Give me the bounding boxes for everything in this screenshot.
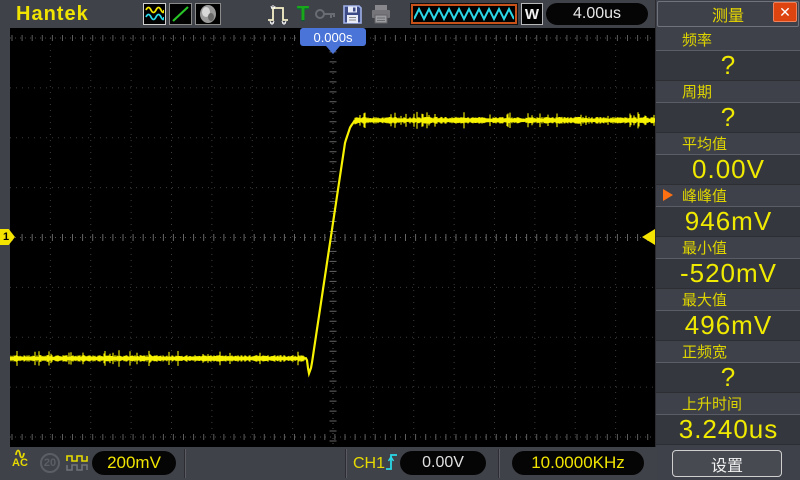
screenshot-thumbnail-icon[interactable] <box>195 3 221 25</box>
trigger-position-pointer-icon <box>326 46 340 54</box>
timebase-readout[interactable]: 4.00us <box>546 3 648 25</box>
measurement-label-row: 平均值 <box>656 133 800 154</box>
measurement-value: 3.240us <box>656 414 800 445</box>
rising-edge-trigger-icon[interactable] <box>385 452 398 477</box>
measurement-label: 峰峰值 <box>682 185 727 206</box>
measurement-label-row: 正频宽 <box>656 341 800 362</box>
trigger-level-readout[interactable]: 0.00V <box>400 451 486 475</box>
measurement-value: ? <box>656 362 800 393</box>
measurement-panel: 测量 ✕ 频率?周期?平均值0.00V峰峰值946mV最小值-520mV最大值4… <box>655 0 800 480</box>
lock-key-icon[interactable] <box>313 3 337 25</box>
oscilloscope-screen: Hantek <box>0 0 800 480</box>
measurement-label-row: 周期 <box>656 81 800 102</box>
green-line-tool-icon[interactable] <box>169 3 192 25</box>
print-icon[interactable] <box>368 3 393 25</box>
measurement-label-row: 频率 <box>656 29 800 50</box>
attenuation-value: 20 <box>44 457 56 469</box>
measurement-label: 正频宽 <box>682 341 727 362</box>
waveform-display-icon[interactable] <box>143 3 166 25</box>
close-panel-button[interactable]: ✕ <box>773 2 797 22</box>
invert-squarewave-icon[interactable] <box>66 453 90 478</box>
measurement-label-row: 上升时间 <box>656 393 800 414</box>
measurement-item-4[interactable]: 最小值-520mV <box>656 237 800 289</box>
save-icon[interactable] <box>341 3 364 25</box>
measurement-label-row: 最小值 <box>656 237 800 258</box>
measurement-label: 最大值 <box>682 289 727 310</box>
measurement-value: 496mV <box>656 310 800 341</box>
measurement-item-0[interactable]: 频率? <box>656 29 800 81</box>
divider <box>498 449 500 478</box>
force-trigger-icon[interactable] <box>263 3 293 25</box>
measurement-list: 频率?周期?平均值0.00V峰峰值946mV最小值-520mV最大值496mV正… <box>656 29 800 445</box>
measurement-item-6[interactable]: 正频宽? <box>656 341 800 393</box>
trigger-menu-icon[interactable]: T <box>294 3 312 25</box>
measurement-value: ? <box>656 102 800 133</box>
divider <box>184 449 186 478</box>
trigger-frequency-value: 10.0000KHz <box>531 453 625 473</box>
measurement-label: 平均值 <box>682 133 727 154</box>
trigger-level-value: 0.00V <box>422 454 464 472</box>
divider <box>345 449 347 478</box>
channel1-badge: 1 <box>3 231 9 243</box>
w-letter: W <box>525 6 539 23</box>
measurement-label: 频率 <box>682 29 712 50</box>
measurement-item-7[interactable]: 上升时间3.240us <box>656 393 800 445</box>
trigger-level-arrow-icon[interactable] <box>642 229 655 245</box>
channel-label: CH1 <box>353 455 385 473</box>
measurement-label-row: 最大值 <box>656 289 800 310</box>
settings-button[interactable]: 设置 <box>672 450 782 477</box>
measurement-value: 0.00V <box>656 154 800 185</box>
measurement-item-5[interactable]: 最大值496mV <box>656 289 800 341</box>
trigger-frequency-readout: 10.0000KHz <box>512 451 644 475</box>
measurement-label: 最小值 <box>682 237 727 258</box>
trigger-letter: T <box>297 3 309 26</box>
ch1-trace <box>10 28 655 447</box>
measurement-label: 上升时间 <box>682 393 742 414</box>
trigger-time-label: 0.000s <box>313 30 352 45</box>
attenuation-20x-icon[interactable]: 20 <box>40 453 60 473</box>
measurement-item-3[interactable]: 峰峰值946mV <box>656 185 800 237</box>
top-toolbar: Hantek <box>0 0 657 28</box>
hantek-logo: Hantek <box>16 3 89 26</box>
waveform-display: 0.000s 1 <box>10 28 655 447</box>
measurement-value: -520mV <box>656 258 800 289</box>
measurement-label: 周期 <box>682 81 712 102</box>
measurement-value: ? <box>656 50 800 81</box>
trigger-position-tag[interactable]: 0.000s <box>300 28 366 46</box>
trigger-source-waveform-icon[interactable] <box>410 3 518 25</box>
measurement-value: 946mV <box>656 206 800 237</box>
timebase-value: 4.00us <box>573 5 621 23</box>
measurement-label-row: 峰峰值 <box>656 185 800 206</box>
bottom-status-bar: ∿ AC 20 200mV CH1 0.00V <box>0 447 657 480</box>
active-measurement-arrow-icon <box>663 189 673 201</box>
window-mode-icon[interactable]: W <box>521 3 543 25</box>
ac-label: AC <box>12 459 28 468</box>
measurement-item-1[interactable]: 周期? <box>656 81 800 133</box>
measurement-item-2[interactable]: 平均值0.00V <box>656 133 800 185</box>
volts-per-div-readout[interactable]: 200mV <box>92 451 176 475</box>
coupling-ac-icon[interactable]: ∿ AC <box>12 450 28 468</box>
volts-per-div-value: 200mV <box>107 453 161 473</box>
